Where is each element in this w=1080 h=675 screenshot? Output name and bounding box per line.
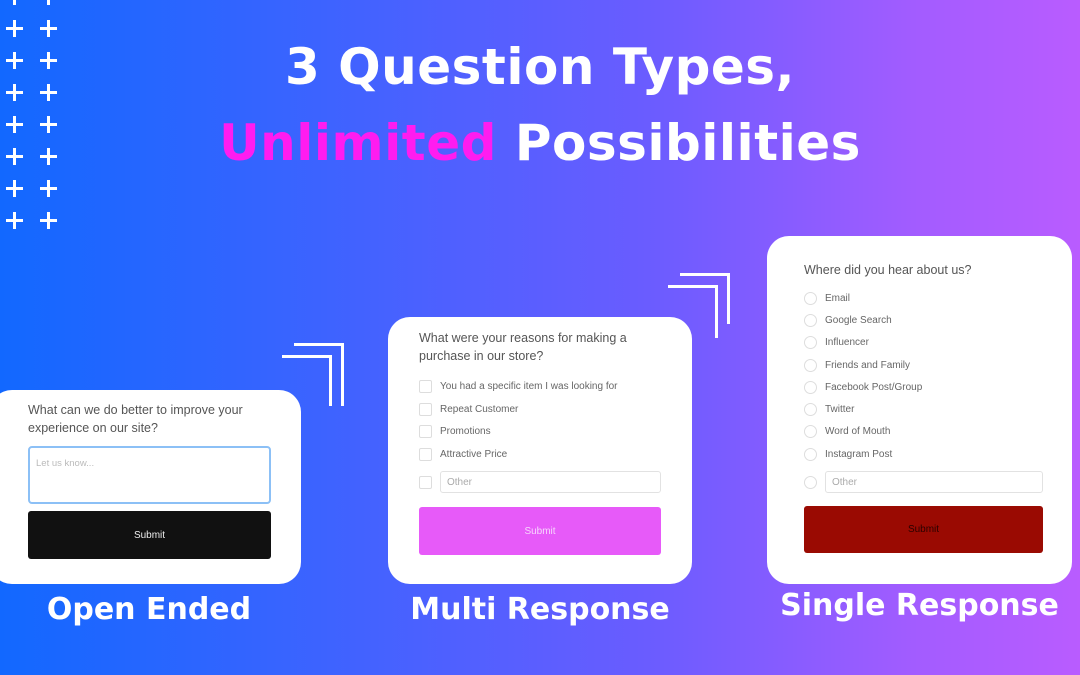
- checkbox-option-other[interactable]: Other: [419, 471, 661, 493]
- radio-button[interactable]: [804, 292, 817, 305]
- radio-option-other[interactable]: Other: [804, 471, 1043, 493]
- plus-icon: [40, 180, 57, 197]
- single-response-card: Where did you hear about us? Email Googl…: [767, 236, 1072, 584]
- single-response-type-label: Single Response: [780, 588, 1059, 623]
- radio-option[interactable]: Twitter: [804, 403, 854, 416]
- checkbox[interactable]: [419, 403, 432, 416]
- multi-response-question: What were your reasons for making a purc…: [419, 331, 627, 363]
- checkbox[interactable]: [419, 448, 432, 461]
- option-label: Twitter: [825, 404, 855, 415]
- radio-option[interactable]: Instagram Post: [804, 448, 892, 461]
- option-label: Instagram Post: [825, 449, 893, 460]
- option-label: Google Search: [825, 315, 892, 326]
- plus-icon: [40, 212, 57, 229]
- option-label: Repeat Customer: [440, 404, 519, 415]
- multi-response-card: What were your reasons for making a purc…: [388, 317, 692, 584]
- radio-button[interactable]: [804, 403, 817, 416]
- headline-rest: Possibilities: [514, 114, 861, 172]
- open-ended-card: What can we do better to improve your ex…: [0, 390, 301, 584]
- checkbox[interactable]: [419, 475, 432, 489]
- radio-button[interactable]: [804, 381, 817, 394]
- plus-icon: [6, 20, 23, 37]
- multi-response-type-label: Multi Response: [410, 592, 670, 627]
- textarea-placeholder: Let us know...: [36, 458, 95, 469]
- radio-button[interactable]: [804, 475, 817, 489]
- plus-icon: [40, 0, 57, 5]
- radio-button[interactable]: [804, 448, 817, 461]
- option-label: Word of Mouth: [825, 426, 891, 437]
- checkbox[interactable]: [419, 380, 432, 393]
- option-label: Email: [825, 293, 851, 304]
- radio-button[interactable]: [804, 425, 817, 438]
- checkbox-option[interactable]: Promotions: [419, 425, 491, 438]
- option-label: You had a specific item I was looking fo…: [440, 381, 618, 392]
- option-label: Friends and Family: [825, 360, 911, 371]
- other-input[interactable]: Other: [440, 471, 661, 493]
- radio-option[interactable]: Google Search: [804, 314, 892, 327]
- checkbox-option[interactable]: Repeat Customer: [419, 403, 518, 416]
- option-label: Influencer: [825, 337, 869, 348]
- radio-button[interactable]: [804, 314, 817, 327]
- radio-button[interactable]: [804, 336, 817, 349]
- plus-icon: [6, 180, 23, 197]
- headline-line1: 3 Question Types,: [284, 38, 796, 96]
- checkbox[interactable]: [419, 425, 432, 438]
- open-ended-textarea[interactable]: Let us know...: [28, 446, 271, 504]
- radio-button[interactable]: [804, 359, 817, 372]
- single-response-submit-button[interactable]: Submit: [804, 506, 1043, 553]
- option-label: Promotions: [440, 426, 491, 437]
- checkbox-option[interactable]: You had a specific item I was looking fo…: [419, 380, 618, 393]
- checkbox-option[interactable]: Attractive Price: [419, 448, 507, 461]
- other-input[interactable]: Other: [825, 471, 1043, 493]
- radio-option[interactable]: Word of Mouth: [804, 425, 890, 438]
- multi-response-submit-button[interactable]: Submit: [419, 507, 661, 555]
- radio-option[interactable]: Friends and Family: [804, 359, 910, 372]
- open-ended-type-label: Open Ended: [46, 592, 252, 627]
- option-label: Facebook Post/Group: [825, 382, 923, 393]
- plus-icon: [6, 0, 23, 5]
- single-response-question: Where did you hear about us?: [804, 263, 972, 277]
- open-ended-submit-button[interactable]: Submit: [28, 511, 271, 559]
- plus-icon: [40, 20, 57, 37]
- plus-icon: [6, 212, 23, 229]
- headline-accent-word: Unlimited: [219, 114, 497, 172]
- option-label: Attractive Price: [440, 449, 508, 460]
- open-ended-question: What can we do better to improve your ex…: [28, 403, 243, 435]
- radio-option[interactable]: Influencer: [804, 336, 869, 349]
- radio-option[interactable]: Facebook Post/Group: [804, 381, 922, 394]
- radio-option[interactable]: Email: [804, 292, 850, 305]
- headline-line2: Unlimited Possibilities: [0, 114, 1080, 172]
